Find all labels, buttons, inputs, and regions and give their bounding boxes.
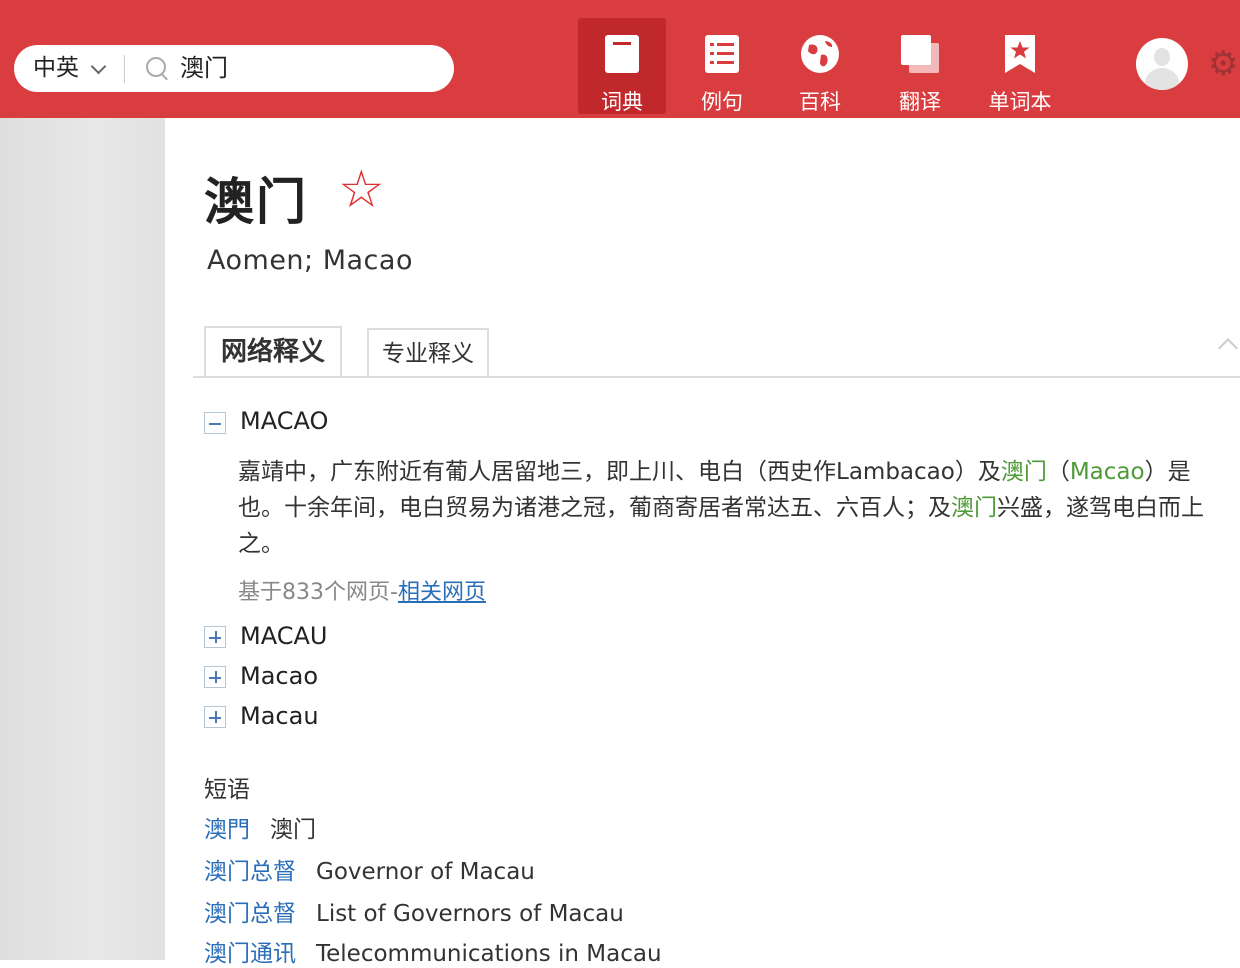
language-select[interactable]: 中英 — [33, 45, 107, 92]
search-box: 中英 澳门 — [14, 45, 454, 92]
tab-professional-definitions[interactable]: 专业释义 — [367, 328, 489, 378]
collapse-icon[interactable] — [204, 412, 226, 434]
definition-term: MACAO — [240, 407, 329, 435]
nav-label: 例句 — [701, 90, 743, 114]
definition-text: （ — [1046, 459, 1070, 485]
phrase-translation: Governor of Macau — [316, 859, 535, 885]
list-icon — [705, 35, 739, 73]
top-bar: 中英 澳门 词典 例句 百科 翻译 单词本 ⚙ — [0, 0, 1240, 118]
nav-label: 翻译 — [899, 90, 941, 114]
language-label: 中英 — [33, 55, 79, 81]
definition-source: 基于833个网页-相关网页 — [238, 574, 486, 606]
nav-label: 百科 — [799, 90, 841, 114]
avatar-body — [1145, 68, 1179, 90]
tab-web-definitions[interactable]: 网络释义 — [204, 326, 342, 376]
phrase-translation: 澳门 — [270, 817, 316, 843]
highlight-term: 澳门 — [1000, 459, 1047, 485]
definition-term[interactable]: Macao — [240, 662, 318, 690]
tab-divider — [193, 376, 1240, 378]
phrase-row: 澳门总督 Governor of Macau — [204, 852, 535, 886]
related-pages-link[interactable]: 相关网页 — [398, 580, 486, 605]
phrase-row: 澳門 澳门 — [204, 810, 316, 844]
highlight-term: Macao — [1069, 459, 1145, 485]
phrase-translation: Telecommunications in Macau — [316, 941, 662, 967]
definition-text: 嘉靖中，广东附近有葡人居留地三，即上川、电白（西史作Lambacao）及 — [238, 459, 1001, 485]
translate-icon — [901, 35, 939, 73]
phrase-link[interactable]: 澳门通讯 — [204, 941, 296, 967]
phrase-link[interactable]: 澳門 — [204, 817, 250, 843]
globe-icon — [801, 35, 839, 73]
expand-icon[interactable] — [204, 666, 226, 688]
expand-icon[interactable] — [204, 626, 226, 648]
expand-icon[interactable] — [204, 706, 226, 728]
phrase-link[interactable]: 澳门总督 — [204, 901, 296, 927]
nav-encyclopedia[interactable]: 百科 — [776, 18, 864, 114]
star-icon[interactable]: ☆ — [338, 162, 385, 218]
nav-examples[interactable]: 例句 — [678, 18, 766, 114]
nav-wordbook[interactable]: 单词本 — [976, 18, 1064, 114]
search-input[interactable]: 澳门 — [180, 45, 228, 92]
search-divider — [124, 55, 125, 83]
bookmark-icon — [1005, 35, 1035, 73]
left-sidebar — [0, 118, 165, 960]
book-icon — [605, 35, 639, 73]
source-count: 基于833个网页- — [238, 580, 398, 605]
phrases-title: 短语 — [204, 777, 250, 803]
nav-translate[interactable]: 翻译 — [876, 18, 964, 114]
phrase-link[interactable]: 澳门总督 — [204, 859, 296, 885]
chevron-up-icon[interactable] — [1218, 338, 1238, 358]
definition-term[interactable]: MACAU — [240, 622, 327, 650]
search-icon[interactable] — [146, 57, 166, 77]
chevron-down-icon — [90, 58, 107, 75]
headword: 澳门 — [204, 173, 308, 231]
phrase-row: 澳门通讯 Telecommunications in Macau — [204, 934, 662, 968]
avatar-icon[interactable] — [1136, 38, 1188, 90]
basic-translation: Aomen; Macao — [207, 245, 413, 276]
nav-label: 单词本 — [988, 90, 1052, 114]
nav-dictionary[interactable]: 词典 — [578, 18, 666, 114]
definition-paragraph: 嘉靖中，广东附近有葡人居留地三，即上川、电白（西史作Lambacao）及澳门（M… — [238, 454, 1210, 562]
phrase-translation: List of Governors of Macau — [316, 901, 624, 927]
avatar-head — [1154, 48, 1170, 66]
phrase-row: 澳门总督 List of Governors of Macau — [204, 894, 624, 928]
nav-label: 词典 — [601, 90, 643, 114]
definition-term[interactable]: Macau — [240, 702, 319, 730]
gear-icon[interactable]: ⚙ — [1208, 46, 1240, 82]
highlight-term: 澳门 — [951, 495, 997, 521]
